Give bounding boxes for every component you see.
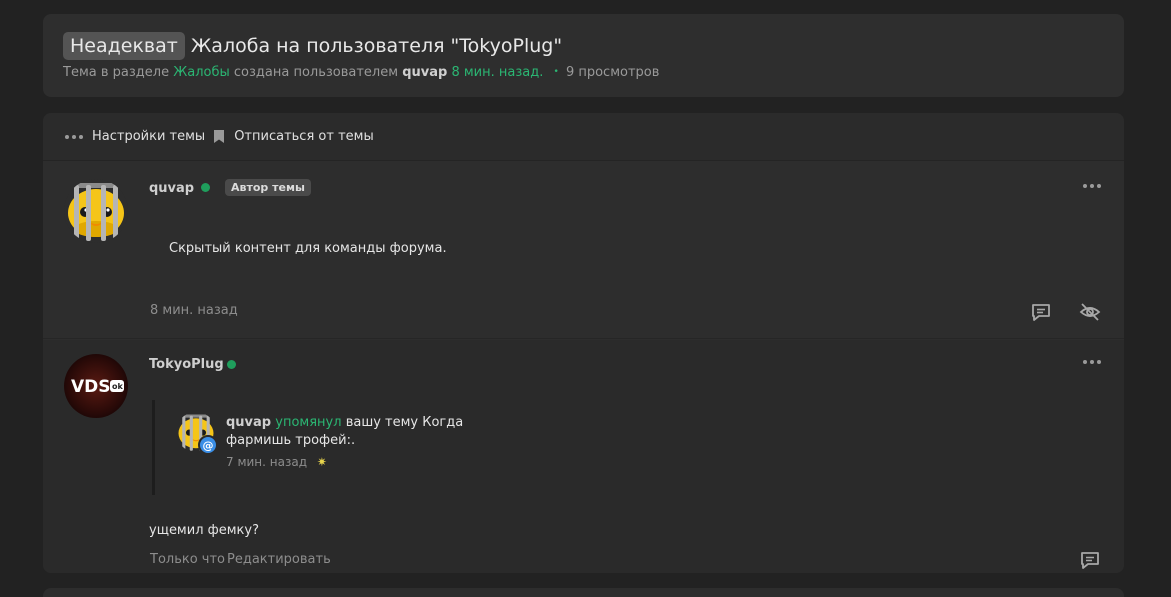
post-date[interactable]: Только что <box>150 552 225 567</box>
thread-meta: Тема в разделе Жалобы создана пользовате… <box>63 65 659 80</box>
mention-icon: @ <box>198 435 218 455</box>
meta-separator: • <box>553 67 559 77</box>
thread-time: 8 мин. назад. <box>451 65 544 80</box>
online-status-icon <box>227 360 236 369</box>
bookmark-icon <box>214 130 225 143</box>
duck-avatar-image <box>64 179 128 243</box>
mention-action: упомянул <box>275 415 342 430</box>
avatar[interactable]: VDS ok <box>64 354 128 418</box>
thread-prefix[interactable]: Неадекват <box>63 32 185 60</box>
edit-link[interactable]: Редактировать <box>227 552 331 567</box>
post-item: VDS ok TokyoPlug @ quvap упомянул вашу т… <box>43 340 1124 573</box>
mention-date-row: 7 мин. назад ✷ <box>226 455 327 469</box>
online-status-icon <box>201 183 210 192</box>
thread-header: Неадекват Жалоба на пользователя "TokyoP… <box>43 14 1124 97</box>
thread-settings-label: Настройки темы <box>92 129 206 144</box>
thread-author-link[interactable]: quvap <box>402 65 447 80</box>
avatar[interactable] <box>64 179 128 243</box>
more-icon[interactable] <box>1083 184 1101 188</box>
mention-date: 7 мин. назад <box>226 455 308 469</box>
avatar-logo-text: VDS <box>71 377 111 397</box>
unsubscribe-label: Отписаться от темы <box>234 129 374 144</box>
page-title: Жалоба на пользователя "TokyoPlug" <box>190 35 563 57</box>
post-item: quvap Автор темы Скрытый контент для ком… <box>43 161 1124 339</box>
mention-notification[interactable]: @ quvap упомянул вашу тему Когда фармишь… <box>152 400 532 495</box>
hidden-content-text: Скрытый контент для команды форума. <box>169 241 447 256</box>
post-date[interactable]: 8 мин. назад <box>150 303 238 318</box>
thread-settings-button[interactable]: Настройки темы <box>65 129 205 144</box>
author-badge: Автор темы <box>225 179 311 196</box>
unsubscribe-button[interactable]: Отписаться от темы <box>214 129 374 144</box>
post-author-link[interactable]: TokyoPlug <box>149 357 224 372</box>
reply-icon[interactable] <box>1079 549 1101 571</box>
more-icon[interactable] <box>1083 360 1101 364</box>
thread-views: 9 просмотров <box>565 65 660 80</box>
dots-icon <box>65 134 83 139</box>
mention-text: quvap упомянул вашу тему Когда фармишь т… <box>226 414 526 450</box>
posts-container: Настройки темы Отписаться от темы quvap … <box>43 113 1124 573</box>
next-block <box>43 588 1124 597</box>
section-link[interactable]: Жалобы <box>173 65 230 80</box>
mention-user[interactable]: quvap <box>226 415 271 430</box>
avatar-logo-subtext: ok <box>112 382 123 391</box>
vds-avatar-image: VDS ok <box>64 354 128 418</box>
hide-icon[interactable] <box>1079 301 1101 323</box>
thread-title-row: Неадекват Жалоба на пользователя "TokyoP… <box>63 32 562 60</box>
thread-toolbar: Настройки темы Отписаться от темы <box>43 113 1124 161</box>
post-author-link[interactable]: quvap <box>149 181 194 196</box>
star-icon: ✷ <box>316 455 327 469</box>
meta-prefix: Тема в разделе <box>63 65 170 80</box>
meta-created: создана пользователем <box>233 65 399 80</box>
post-message-text: ущемил фемку? <box>149 523 259 538</box>
reply-icon[interactable] <box>1030 301 1052 323</box>
